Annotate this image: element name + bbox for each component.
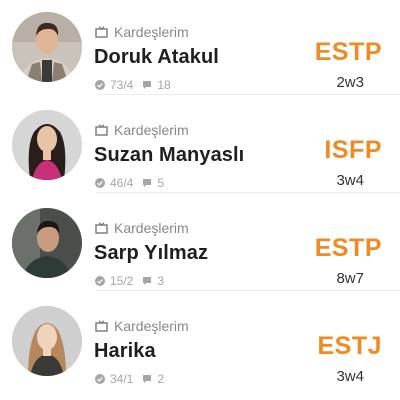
mbti-type: ISFP (324, 136, 382, 164)
avatar[interactable] (12, 306, 82, 376)
profile-stats: 46/4 5 (95, 176, 164, 190)
avatar[interactable] (12, 208, 82, 278)
comment-icon (143, 81, 152, 89)
votes-count: 46/4 (110, 176, 134, 190)
votes-count: 34/1 (110, 372, 134, 386)
profile-list: Kardeşlerim Doruk Atakul 73/4 18 ESTP 2w… (0, 0, 400, 400)
votes-count: 15/2 (110, 274, 134, 288)
category-text: Kardeşlerim (114, 24, 189, 40)
check-circle-icon (95, 374, 105, 384)
comment-icon (143, 179, 152, 187)
profile-row[interactable]: Kardeşlerim Doruk Atakul 73/4 18 ESTP 2w… (0, 0, 400, 95)
divider (96, 290, 400, 291)
tv-icon (95, 26, 108, 38)
category-text: Kardeşlerim (114, 318, 189, 334)
profile-stats: 15/2 3 (95, 274, 164, 288)
comments-count: 5 (157, 176, 165, 190)
enneagram-type: 3w4 (336, 368, 364, 385)
category-text: Kardeşlerim (114, 122, 189, 138)
mbti-type: ESTJ (317, 332, 382, 360)
comments-count: 18 (157, 78, 171, 92)
mbti-type: ESTP (314, 234, 382, 262)
comments-count: 2 (157, 372, 165, 386)
comment-icon (143, 277, 152, 285)
check-circle-icon (95, 80, 105, 90)
divider (96, 94, 400, 95)
tv-icon (95, 124, 108, 136)
profile-name[interactable]: Doruk Atakul (94, 46, 219, 69)
enneagram-type: 8w7 (336, 270, 364, 287)
profile-row[interactable]: Kardeşlerim Suzan Manyaslı 46/4 5 ISFP 3… (0, 96, 400, 193)
category-text: Kardeşlerim (114, 220, 189, 236)
avatar[interactable] (12, 12, 82, 82)
votes-count: 73/4 (110, 78, 134, 92)
check-circle-icon (95, 276, 105, 286)
tv-icon (95, 320, 108, 332)
profile-name[interactable]: Sarp Yılmaz (94, 242, 208, 265)
category-label: Kardeşlerim (95, 318, 189, 334)
category-label: Kardeşlerim (95, 122, 189, 138)
enneagram-type: 3w4 (336, 172, 364, 189)
category-label: Kardeşlerim (95, 220, 189, 236)
enneagram-type: 2w3 (336, 74, 364, 91)
profile-row[interactable]: Kardeşlerim Sarp Yılmaz 15/2 3 ESTP 8w7 (0, 194, 400, 291)
tv-icon (95, 222, 108, 234)
check-circle-icon (95, 178, 105, 188)
profile-row[interactable]: Kardeşlerim Harika 34/1 2 ESTJ 3w4 (0, 292, 400, 389)
mbti-type: ESTP (314, 38, 382, 66)
profile-stats: 34/1 2 (95, 372, 164, 386)
comments-count: 3 (157, 274, 165, 288)
divider (96, 192, 400, 193)
avatar[interactable] (12, 110, 82, 180)
comment-icon (143, 375, 152, 383)
profile-stats: 73/4 18 (95, 78, 171, 92)
profile-name[interactable]: Suzan Manyaslı (94, 144, 244, 167)
category-label: Kardeşlerim (95, 24, 189, 40)
profile-name[interactable]: Harika (94, 340, 156, 363)
